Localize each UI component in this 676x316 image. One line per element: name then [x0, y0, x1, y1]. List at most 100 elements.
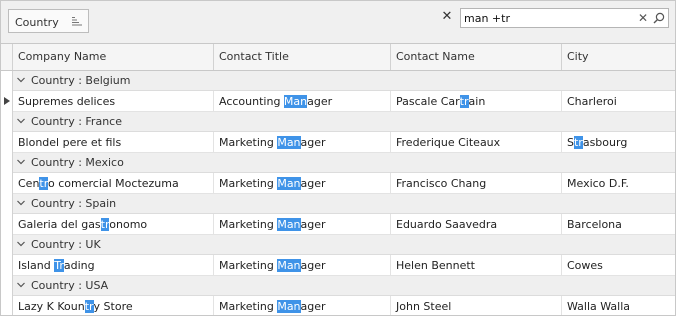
cell-contact-name[interactable]: Francisco Chang — [391, 173, 562, 193]
cell-contact-title[interactable]: Accounting Manager — [214, 91, 391, 111]
cell-text: Cen — [18, 177, 40, 190]
cell-company-name[interactable]: Galeria del gastronomo — [13, 214, 214, 234]
cell-text: Accounting — [219, 95, 284, 108]
search-highlight: Man — [277, 300, 301, 313]
chevron-down-icon[interactable] — [16, 157, 26, 167]
cell-text: ain — [468, 95, 486, 108]
cell-city[interactable]: Barcelona — [562, 214, 675, 234]
group-row[interactable]: Country : USA — [13, 276, 675, 296]
row-indicator[interactable] — [1, 132, 13, 153]
cell-text: ager — [300, 218, 326, 231]
column-header-company-name[interactable]: Company Name — [13, 44, 214, 70]
cell-contact-name[interactable]: Frederique Citeaux — [391, 132, 562, 152]
cell-text: Galeria del gas — [18, 218, 101, 231]
cell-city[interactable]: Strasbourg — [562, 132, 675, 152]
cell-contact-name[interactable]: Pascale Cartrain — [391, 91, 562, 111]
cell-contact-name[interactable]: Eduardo Saavedra — [391, 214, 562, 234]
cell-text: John Steel — [396, 300, 452, 313]
group-row[interactable]: Country : Mexico — [13, 153, 675, 173]
cell-city[interactable]: Cowes — [562, 255, 675, 275]
cell-contact-name[interactable]: John Steel — [391, 296, 562, 315]
cell-company-name[interactable]: Supremes delices — [13, 91, 214, 111]
chevron-down-icon[interactable] — [16, 239, 26, 249]
cell-text: Charleroi — [567, 95, 617, 108]
row-indicator — [1, 112, 13, 132]
cell-text: o comercial Moctezuma — [48, 177, 179, 190]
group-row-label: Country : USA — [31, 279, 109, 292]
focused-row-arrow-icon — [4, 97, 10, 105]
column-header-contact-title[interactable]: Contact Title — [214, 44, 391, 70]
row-indicator[interactable] — [1, 296, 13, 315]
cell-text: ading — [63, 259, 95, 272]
table-row[interactable]: Centro comercial Moctezuma Marketing Mana… — [13, 173, 675, 194]
table-row[interactable]: Blondel pere et fils Marketing Manager Fre… — [13, 132, 675, 153]
table-row[interactable]: Island Trading Marketing Manager Helen Ben… — [13, 255, 675, 276]
row-indicator[interactable] — [1, 173, 13, 194]
group-by-country-chip[interactable]: Country — [8, 9, 89, 33]
chevron-down-icon[interactable] — [16, 75, 26, 85]
sort-ascending-icon — [72, 17, 82, 26]
column-header-city[interactable]: City — [562, 44, 675, 70]
row-indicator[interactable] — [1, 255, 13, 276]
cell-text: Cowes — [567, 259, 603, 272]
search-highlight: tr — [84, 300, 94, 313]
group-row-label: Country : Belgium — [31, 74, 131, 87]
cell-city[interactable]: Charleroi — [562, 91, 675, 111]
chevron-down-icon[interactable] — [16, 198, 26, 208]
cell-contact-name[interactable]: Helen Bennett — [391, 255, 562, 275]
row-indicator — [1, 71, 13, 91]
cell-city[interactable]: Walla Walla — [562, 296, 675, 315]
search-box[interactable]: ✕ — [460, 8, 669, 28]
chevron-down-icon[interactable] — [16, 116, 26, 126]
group-row[interactable]: Country : Spain — [13, 194, 675, 214]
cell-text: Lazy K Koun — [18, 300, 85, 313]
search-icon[interactable] — [653, 12, 665, 24]
cell-contact-title[interactable]: Marketing Manager — [214, 173, 391, 193]
column-header-contact-name[interactable]: Contact Name — [391, 44, 562, 70]
table-row[interactable]: Lazy K Kountry Store Marketing Manager Joh… — [13, 296, 675, 315]
cell-company-name[interactable]: Centro comercial Moctezuma — [13, 173, 214, 193]
group-chip-label: Country — [15, 16, 59, 29]
cell-contact-title[interactable]: Marketing Manager — [214, 214, 391, 234]
cell-city[interactable]: Mexico D.F. — [562, 173, 675, 193]
cell-text: Walla Walla — [567, 300, 631, 313]
cell-company-name[interactable]: Island Trading — [13, 255, 214, 275]
cell-text: Marketing — [219, 136, 278, 149]
group-row[interactable]: Country : France — [13, 112, 675, 132]
row-indicator[interactable] — [1, 214, 13, 235]
group-row[interactable]: Country : Belgium — [13, 71, 675, 91]
row-indicator — [1, 235, 13, 255]
cell-text: Island — [18, 259, 55, 272]
cell-contact-title[interactable]: Marketing Manager — [214, 255, 391, 275]
chevron-down-icon[interactable] — [16, 280, 26, 290]
row-indicator — [1, 194, 13, 214]
group-row[interactable]: Country : UK — [13, 235, 675, 255]
cell-company-name[interactable]: Blondel pere et fils — [13, 132, 214, 152]
cell-text: Marketing — [219, 177, 278, 190]
cell-text: Eduardo Saavedra — [396, 218, 498, 231]
cell-text: ager — [300, 259, 326, 272]
cell-text: Frederique Citeaux — [396, 136, 501, 149]
clear-icon[interactable]: ✕ — [637, 11, 649, 25]
cell-text: S — [567, 136, 574, 149]
close-icon[interactable]: ✕ — [441, 10, 453, 24]
group-row-label: Country : UK — [31, 238, 101, 251]
search-highlight: tr — [100, 218, 110, 231]
column-header-row: Company Name Contact Title Contact Name … — [1, 44, 675, 71]
search-highlight: Man — [283, 95, 308, 108]
cell-text: ager — [300, 300, 326, 313]
cell-text: y Store — [93, 300, 133, 313]
cell-text: Mexico D.F. — [567, 177, 629, 190]
cell-text: Marketing — [219, 259, 278, 272]
row-indicator — [1, 276, 13, 296]
group-row-label: Country : Spain — [31, 197, 117, 210]
cell-text: Supremes delices — [18, 95, 116, 108]
search-highlight: Man — [277, 259, 301, 272]
cell-contact-title[interactable]: Marketing Manager — [214, 296, 391, 315]
table-row[interactable]: Supremes delices Accounting Manager Pascal… — [13, 91, 675, 112]
cell-text: Barcelona — [567, 218, 622, 231]
table-row[interactable]: Galeria del gastronomo Marketing Manager E… — [13, 214, 675, 235]
search-input[interactable] — [462, 10, 636, 26]
cell-contact-title[interactable]: Marketing Manager — [214, 132, 391, 152]
cell-company-name[interactable]: Lazy K Kountry Store — [13, 296, 214, 315]
